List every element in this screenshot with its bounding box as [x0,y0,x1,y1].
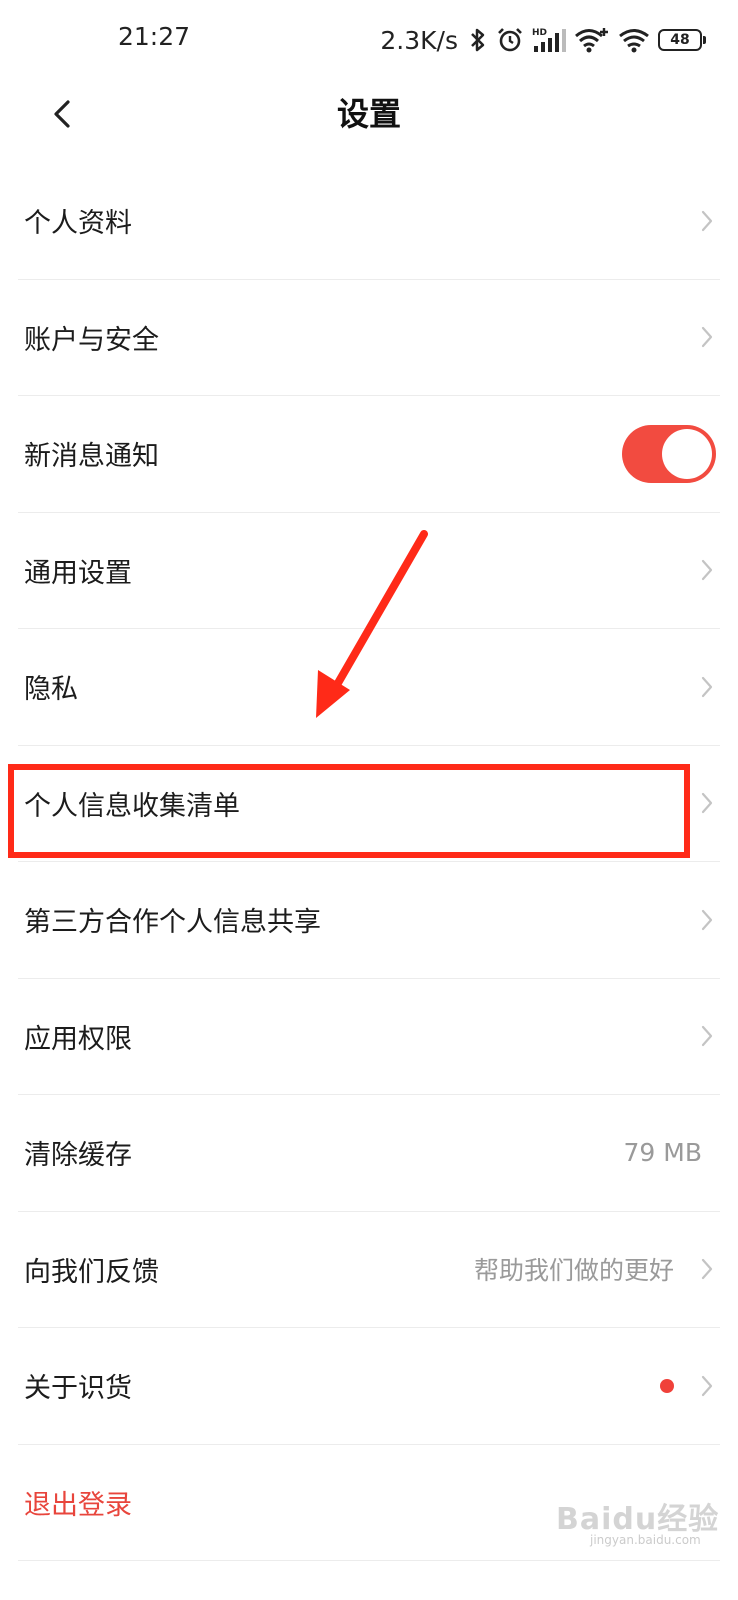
svg-text:HD: HD [532,28,547,38]
chevron-right-icon [701,1259,713,1280]
chevron-right-icon [701,327,713,348]
settings-item-label: 新消息通知 [24,441,159,473]
wifi-icon [619,29,649,53]
settings-item-label: 关于识货 [24,1373,132,1405]
notification-toggle[interactable] [622,424,716,483]
chevron-right-icon [701,909,713,930]
battery-icon: 48 [658,29,706,51]
settings-item-personal-info-list[interactable]: 个人信息收集清单 [18,746,720,862]
settings-item-third-party-sharing[interactable]: 第三方合作个人信息共享 [18,862,720,979]
watermark: Baidu经验 [556,1502,720,1537]
feedback-hint: 帮助我们做的更好 [473,1256,674,1286]
chevron-right-icon [701,1375,713,1396]
page-title: 设置 [336,95,401,133]
bluetooth-icon [471,28,485,52]
settings-item-notifications: 新消息通知 [18,396,720,513]
settings-item-general[interactable]: 通用设置 [18,513,720,629]
wifi-plus-icon [575,28,608,53]
settings-list: 个人资料 账户与安全 新消息通知 通用设置 隐私 个人信息收集清单 第三方合作个… [0,163,738,1561]
settings-item-label: 账户与安全 [24,324,159,356]
chevron-right-icon [701,210,713,231]
settings-item-account-security[interactable]: 账户与安全 [18,280,720,396]
settings-item-feedback[interactable]: 向我们反馈 帮助我们做的更好 [18,1212,720,1328]
status-time: 21:27 [118,22,191,51]
update-badge [660,1378,674,1393]
settings-item-privacy[interactable]: 隐私 [18,629,720,746]
logout-label: 退出登录 [24,1489,132,1521]
chevron-right-icon [701,1026,713,1047]
chevron-right-icon [701,676,713,697]
settings-item-label: 隐私 [24,674,78,706]
settings-item-label: 通用设置 [24,557,132,589]
chevron-right-icon [701,560,713,581]
settings-item-label: 第三方合作个人信息共享 [24,907,321,939]
toggle-knob [662,428,712,479]
settings-item-label: 应用权限 [24,1023,132,1055]
settings-item-label: 个人资料 [24,208,132,240]
chevron-right-icon [701,793,713,814]
battery-level: 48 [670,32,690,48]
settings-item-label: 个人信息收集清单 [24,790,240,822]
status-icons: 2.3K/s HD 48 [380,20,706,60]
watermark-sub: jingyan.baidu.com [590,1533,701,1547]
hd-signal-icon: HD [532,28,566,52]
alarm-icon [498,28,522,52]
settings-item-label: 清除缓存 [24,1140,132,1172]
settings-item-app-permissions[interactable]: 应用权限 [18,979,720,1095]
cache-size-value: 79 MB [623,1138,702,1168]
settings-item-label: 向我们反馈 [24,1256,159,1288]
settings-item-profile[interactable]: 个人资料 [18,163,720,280]
nav-bar: 设置 [0,80,738,148]
settings-item-about[interactable]: 关于识货 [18,1328,720,1445]
settings-item-clear-cache[interactable]: 清除缓存 79 MB [18,1095,720,1212]
status-bar: 21:27 2.3K/s HD 48 [0,0,738,80]
net-speed: 2.3K/s [380,25,458,55]
